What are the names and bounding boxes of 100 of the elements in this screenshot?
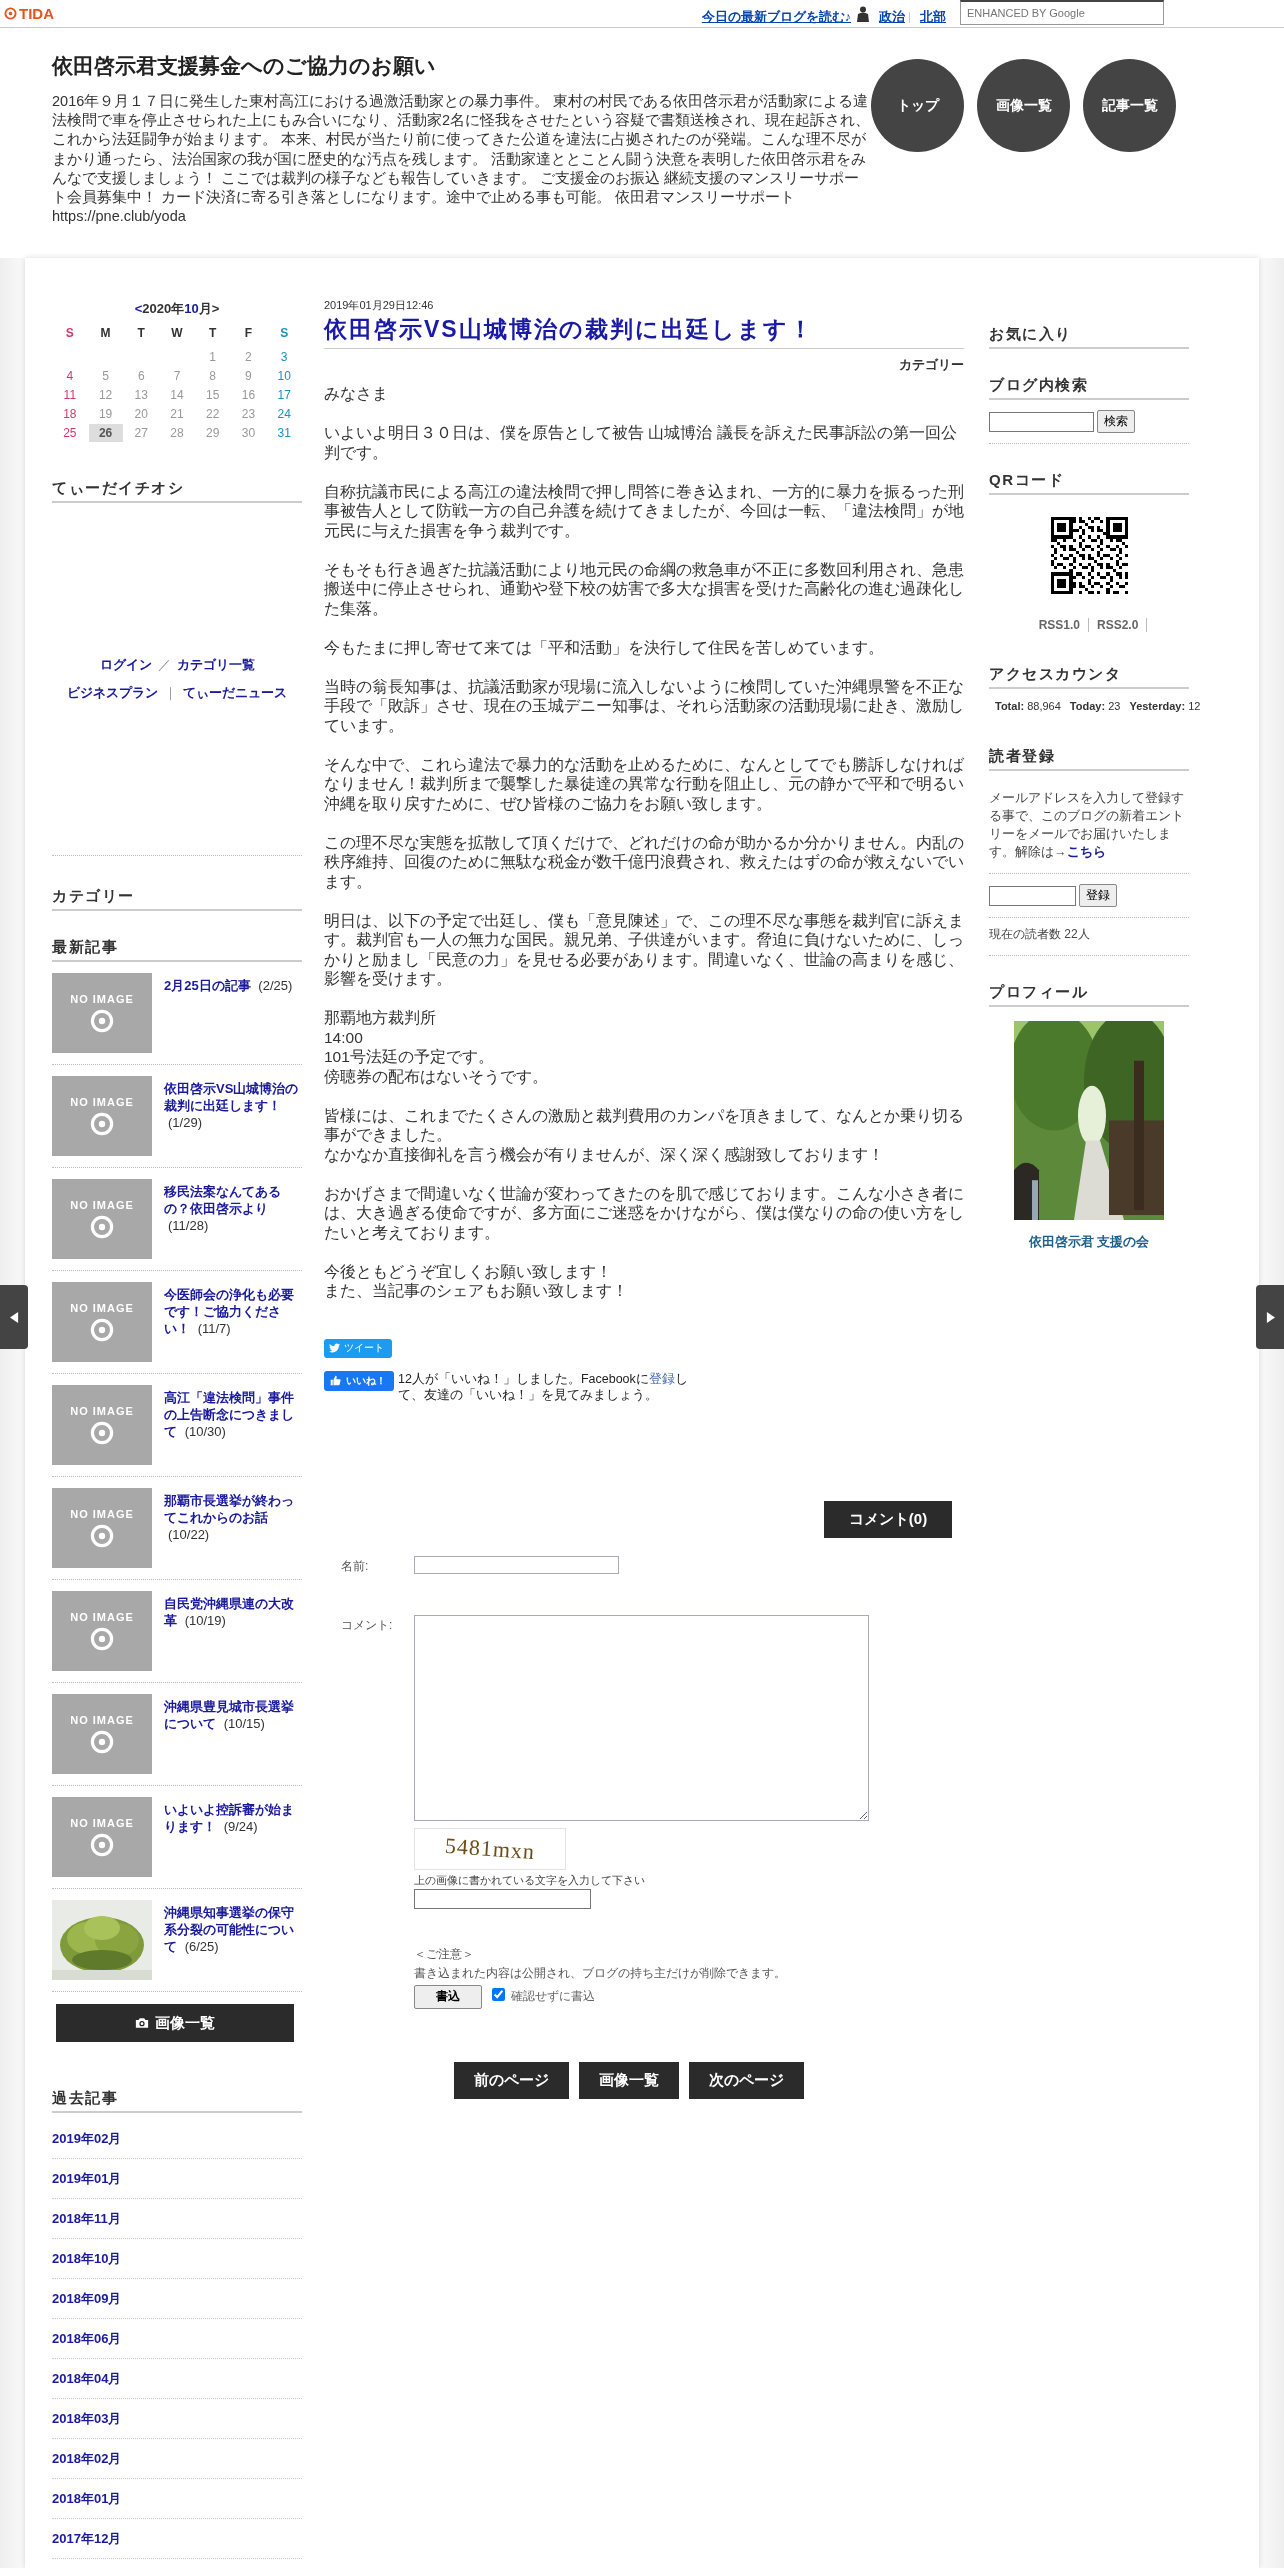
pager-button[interactable]: 次のページ	[689, 2061, 804, 2099]
gallery-button[interactable]: 画像一覧	[56, 2004, 294, 2042]
calendar-day: 23	[231, 405, 266, 423]
calendar-day: 9	[231, 367, 266, 385]
no-image-label: NO IMAGE	[70, 1714, 134, 1726]
recent-article-entry[interactable]: 沖縄県知事選挙の保守系分裂の可能性について (6/25)	[164, 1900, 302, 1980]
article-text: 皆様には、これまでたくさんの激励と裁判費用のカンパを頂きまして、なんとか乗り切る事ができました。	[324, 1105, 964, 1145]
previous-post-tab[interactable]	[0, 1285, 28, 1349]
next-month-link[interactable]: >	[211, 301, 220, 316]
no-image-label: NO IMAGE	[70, 993, 134, 1005]
pager-button[interactable]: 前のページ	[454, 2061, 569, 2099]
recent-article-entry[interactable]: 依田啓示VS山城博治の裁判に出廷します！ (1/29)	[164, 1076, 302, 1156]
pick-link[interactable]: ログイン	[99, 657, 152, 672]
weekday-label: S	[64, 326, 75, 342]
article-text: また、当記事のシェアもお願い致します！	[324, 1281, 629, 1301]
article-text: おかげさまで間違いなく世論が変わってきたのを肌で感じております。こんな小さき者には、大き過ぎる使命ですが、多方面にご迷惑をかけながら、僕は僕なりの命の使い方をしたいと考えております。	[324, 1183, 964, 1242]
rss-link[interactable]: RSS1.0	[1030, 618, 1089, 632]
subscribe-button[interactable]: 登録	[1079, 884, 1117, 907]
calendar-day: 14	[160, 386, 194, 404]
next-post-tab[interactable]	[1256, 1285, 1284, 1349]
captcha-field[interactable]	[414, 1888, 591, 1909]
unsubscribe-link[interactable]: こちら	[1066, 845, 1106, 859]
bird-icon	[329, 1343, 340, 1353]
pick-link[interactable]: てぃーだニュース	[183, 685, 287, 700]
submit-button[interactable]: 書込	[414, 1984, 482, 2009]
post-title[interactable]: 依田啓示VS山城博治の裁判に出廷します！	[324, 314, 964, 349]
calendar-day: 10	[267, 367, 302, 385]
pick-link[interactable]: カテゴリ一覧	[176, 657, 255, 672]
nav-button[interactable]: 画像一覧	[977, 59, 1070, 152]
calendar-day: 16	[231, 386, 266, 404]
nav-button[interactable]: 記事一覧	[1083, 59, 1176, 152]
site-logo[interactable]: TIDA	[4, 5, 54, 22]
search-field[interactable]: ENHANCED BY Google	[960, 0, 1164, 25]
weekday-label: T	[208, 326, 218, 342]
site-title: 依田啓示君支援募金へのご協力のお願い	[52, 53, 437, 79]
rss-link[interactable]: RSS2.0	[1089, 618, 1148, 632]
calendar-month[interactable]: 10	[184, 301, 199, 316]
section-heading: てぃーだイチオシ	[52, 452, 302, 503]
reader-count: 現在の読者数 22人	[989, 927, 1090, 941]
previous-month-link[interactable]: <	[134, 301, 143, 316]
like-button[interactable]: いいね！	[324, 1370, 394, 1391]
archive-link[interactable]: 2019年01月	[52, 2169, 122, 2188]
recent-article-entry[interactable]: 沖縄県豊見城市長選挙について (10/15)	[164, 1694, 302, 1774]
pick-link[interactable]: ビジネスプラン	[67, 685, 158, 700]
archive-link[interactable]: 2018年03月	[52, 2409, 122, 2428]
skip-confirm-checkbox[interactable]	[492, 1988, 505, 2001]
article-text: 当時の翁長知事は、抗議活動家が現場に流入しないように検問していた沖縄県警を不正な手段で「敗訴」させ、現在の玉城デニー知事は、それら活動家の活動現場に赴き、激励しています。	[324, 676, 964, 735]
recent-article-entry[interactable]: 今医師会の浄化も必要です！ご協力ください！ (11/7)	[164, 1282, 302, 1362]
no-image-label: NO IMAGE	[70, 1508, 134, 1520]
recent-article-entry[interactable]: いよいよ控訴審が始まります！ (9/24)	[164, 1797, 302, 1877]
recent-article-entry[interactable]: 自民党沖縄県連の大改革 (10/19)	[164, 1591, 302, 1671]
archive-link[interactable]: 2018年04月	[52, 2369, 122, 2388]
calendar-day: 28	[160, 424, 194, 442]
like-count-text: 12人が「いいね！」しました。Facebookに登録して、友達の「いいね！」を見てみましょう。	[398, 1370, 689, 1403]
calendar-day: 27	[124, 424, 159, 442]
site-description: 2016年９月１７日に発生した東村高江における過激活動家との暴力事件。 東村の村民である依田啓示君が活動家による違法検問で車を停止させられた上にもみ合いになり、活動家2名に怪我をさせたという容疑で書類送検され、現在起訴され、これから法廷闘争が始まります。 本来、村民が当たり前に使ってきた公道を違法に占拠されたのが発端。こんな理不尽がまかり通ったら、法治国家の我が国に歴史的な汚点を残します。 活動家達ととことん闘う決意を表明した依田啓示君をみんなで支援しましょう！ ここでは裁判の様子なども報告していきます。 ご支援金のお振込 継続支援のマンスリーサポート会員募集中！ カード決済に寄る引き落としになります。途中で止める事も可能。 依田君マンスリーサポート https://pne.club/yoda	[52, 92, 871, 227]
calendar-day: 6	[124, 367, 159, 385]
category-link[interactable]: 政治	[875, 12, 910, 23]
archive-link[interactable]: 2018年09月	[52, 2289, 122, 2308]
counter-value: 88,964	[1027, 700, 1061, 712]
recent-article-entry[interactable]: 那覇市長選挙が終わってこれからのお話 (10/22)	[164, 1488, 302, 1568]
category-label: カテゴリー	[899, 358, 964, 372]
notice-title: ＜ご注意＞	[414, 1946, 474, 1962]
counter-value: 23	[1108, 700, 1121, 712]
nav-button[interactable]: トップ	[871, 59, 964, 152]
recent-article-entry[interactable]: 2月25日の記事 (2/25)	[164, 973, 293, 1053]
blog-search-field[interactable]	[989, 411, 1094, 432]
logo-icon	[90, 1215, 114, 1239]
register-link[interactable]: 登録	[648, 1371, 675, 1386]
link-separator: ／	[157, 657, 171, 672]
name-field[interactable]	[414, 1555, 619, 1574]
caret-right-icon	[1265, 1311, 1275, 1323]
calendar-day: 11	[52, 386, 87, 404]
recent-article-entry[interactable]: 移民法案なんてあるの？依田啓示より (11/28)	[164, 1179, 302, 1259]
calendar-day: 15	[195, 386, 230, 404]
archive-link[interactable]: 2019年02月	[52, 2129, 122, 2148]
archive-link[interactable]: 2018年01月	[52, 2489, 122, 2508]
category-link[interactable]: 北部	[916, 12, 950, 23]
archive-link[interactable]: 2018年06月	[52, 2329, 122, 2348]
archive-link[interactable]: 2018年11月	[52, 2209, 121, 2228]
archive-link[interactable]: 2017年12月	[52, 2529, 122, 2548]
article-text: みなさま	[324, 384, 389, 404]
logo-icon	[90, 1730, 114, 1754]
search-button[interactable]: 検索	[1097, 410, 1135, 433]
article-text: 那覇地方裁判所	[324, 1008, 437, 1028]
comments-button[interactable]: コメント(0)	[824, 1500, 952, 1538]
captcha-hint: 上の画像に書かれている文字を入力して下さい	[414, 1872, 645, 1888]
profile-name-link[interactable]: 依田啓示君 支援の会	[1028, 1233, 1150, 1251]
calendar-day: 29	[195, 424, 230, 442]
article-text: そもそも行き過ぎた抗議活動により地元民の命綱の救急車が不正に多数回利用され、急患搬送中に停止させられ、通勤や登下校の妨害で多大な損害を受けた高齢化の進む過疎化した集落。	[324, 559, 964, 618]
archive-link[interactable]: 2018年10月	[52, 2249, 122, 2268]
calendar-day: 25	[52, 424, 87, 442]
pager-button[interactable]: 画像一覧	[579, 2061, 679, 2099]
comment-field[interactable]	[414, 1614, 869, 1821]
email-field[interactable]	[989, 885, 1076, 906]
archive-link[interactable]: 2018年02月	[52, 2449, 122, 2468]
read-blogs-link[interactable]: 今日の最新ブログを読む♪	[701, 9, 851, 26]
counter-label: Yesterday:	[1129, 700, 1186, 712]
section-heading: お気に入り	[989, 298, 1189, 349]
recent-article-entry[interactable]: 高江「違法検問」事件の上告断念につきまして (10/30)	[164, 1385, 302, 1465]
